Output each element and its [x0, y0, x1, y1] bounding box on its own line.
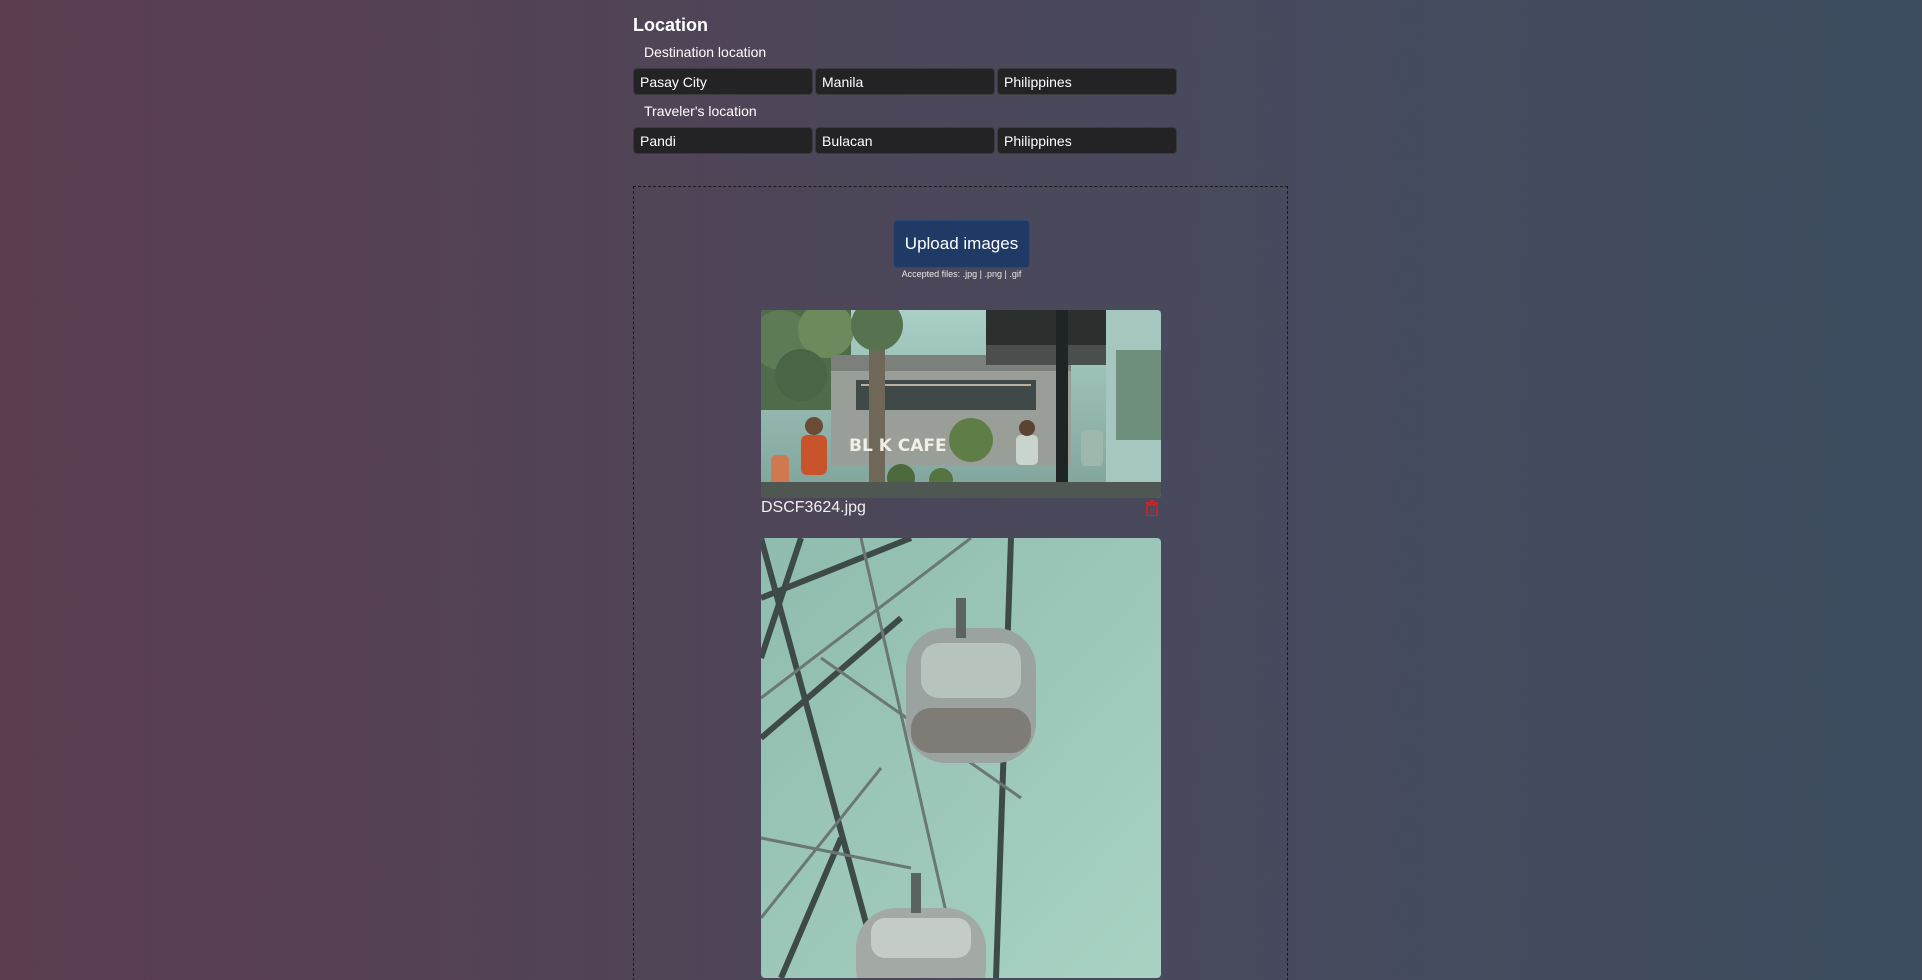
destination-fields — [633, 68, 1288, 95]
upload-images-button[interactable]: Upload images — [893, 220, 1030, 268]
destination-country-input[interactable] — [997, 68, 1177, 95]
destination-city-input[interactable] — [633, 68, 813, 95]
traveler-fields — [633, 127, 1288, 154]
upload-area: Upload images Accepted files: .jpg | .pn… — [893, 220, 1030, 279]
cafe-sign-text: BL K CAFE — [849, 436, 947, 456]
form-container: Location Destination location Traveler's… — [633, 0, 1288, 980]
traveler-province-input[interactable] — [815, 127, 995, 154]
trash-icon[interactable] — [1145, 500, 1159, 516]
ferris-wheel-photo — [761, 538, 1161, 978]
traveler-label: Traveler's location — [644, 103, 757, 119]
destination-province-input[interactable] — [815, 68, 995, 95]
traveler-city-input[interactable] — [633, 127, 813, 154]
image-file-row: DSCF3624.jpg — [761, 498, 1161, 518]
accepted-files-note: Accepted files: .jpg | .png | .gif — [901, 269, 1022, 279]
destination-label: Destination location — [644, 44, 767, 60]
image-file-name: DSCF3624.jpg — [761, 499, 866, 516]
image-preview: BL K CAFE DSCF3624.jpg — [761, 310, 1161, 518]
traveler-country-input[interactable] — [997, 127, 1177, 154]
image-preview — [761, 538, 1161, 978]
cafe-photo: BL K CAFE — [761, 310, 1161, 498]
location-title: Location — [633, 15, 708, 35]
image-dropzone[interactable]: Upload images Accepted files: .jpg | .pn… — [633, 186, 1288, 980]
